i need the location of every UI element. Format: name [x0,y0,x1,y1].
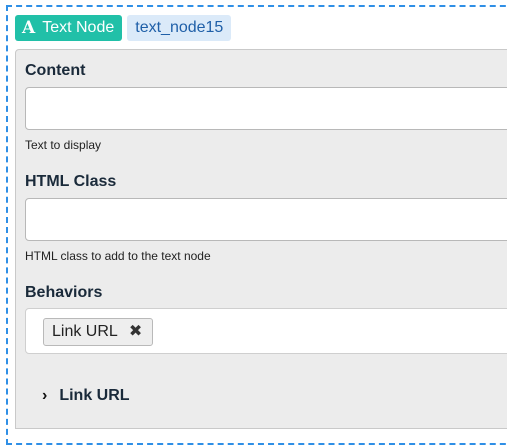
chevron-right-icon: › [42,387,48,404]
content-label: Content [25,62,86,79]
behavior-tag-label: Link URL [52,323,118,340]
html-class-input[interactable] [25,198,507,241]
node-id-badge: text_node15 [127,15,232,41]
behaviors-label: Behaviors [25,284,103,301]
content-input[interactable] [25,87,507,130]
node-type-label: Text Node [42,19,115,36]
link-url-section-label: Link URL [59,387,130,404]
node-header: A Text Node text_node15 [15,15,232,41]
behavior-tag-link-url: Link URL ✖ [43,318,154,346]
html-class-help-text: HTML class to add to the text node [25,249,211,263]
content-help-text: Text to display [25,138,102,152]
html-class-label: HTML Class [25,173,117,190]
node-type-badge: A Text Node [15,15,123,41]
link-url-section-toggle[interactable]: › Link URL [42,387,130,405]
remove-tag-icon[interactable]: ✖ [129,324,142,340]
text-type-icon: A [22,17,36,38]
properties-panel: Content Text to display HTML Class HTML … [15,49,507,429]
behaviors-select[interactable]: Link URL ✖ [25,308,507,354]
